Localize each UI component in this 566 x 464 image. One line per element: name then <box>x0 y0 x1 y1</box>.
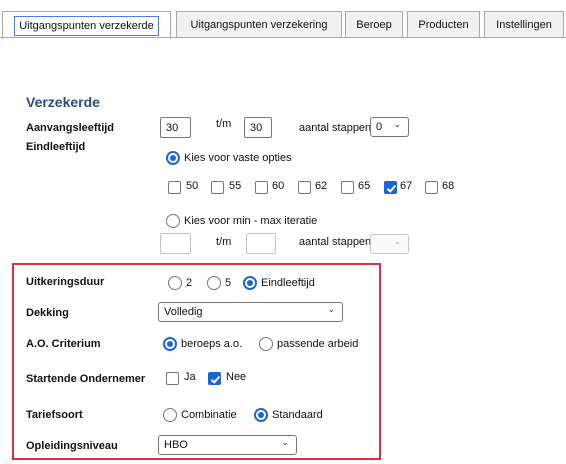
age-60-checkbox[interactable] <box>255 181 268 194</box>
opleidingsniveau-select[interactable]: HBO ⌄ <box>158 435 297 455</box>
aanvangsleeftijd-to-input[interactable] <box>244 117 272 138</box>
tab-producten[interactable]: Producten <box>407 11 480 38</box>
age-55-label: 55 <box>229 180 242 192</box>
tariefsoort-standaard-radio[interactable] <box>254 408 268 422</box>
aanvangsleeftijd-steps-select[interactable]: 0 ⌄ <box>370 117 409 137</box>
select-value: Volledig <box>164 306 203 318</box>
startende-ja-checkbox[interactable] <box>166 372 179 385</box>
startende-nee-label: Nee <box>226 371 247 383</box>
age-50-label: 50 <box>186 180 199 192</box>
tariefsoort-label: Tariefsoort <box>26 409 83 421</box>
age-68-checkbox[interactable] <box>425 181 438 194</box>
uitkeringsduur-5-label: 5 <box>225 277 232 289</box>
dekking-select[interactable]: Volledig ⌄ <box>158 302 343 322</box>
highlight-box <box>12 263 381 460</box>
tab-divider <box>0 37 566 38</box>
select-value: 0 <box>376 121 383 133</box>
uitkeringsduur-eindleeftijd-label: Eindleeftijd <box>261 277 315 289</box>
ao-passende-label: passende arbeid <box>277 338 359 350</box>
eindleeftijd-fixed-radio[interactable] <box>166 151 180 165</box>
startende-nee-checkbox[interactable] <box>208 372 221 385</box>
checkmark-icon <box>210 375 221 384</box>
uitkeringsduur-5-radio[interactable] <box>207 276 221 290</box>
age-65-checkbox[interactable] <box>341 181 354 194</box>
ao-beroeps-label: beroeps a.o. <box>181 338 243 350</box>
ao-beroeps-radio[interactable] <box>163 337 177 351</box>
tab-instellingen[interactable]: Instellingen <box>484 11 564 38</box>
dekking-label: Dekking <box>26 307 69 319</box>
tab-beroep[interactable]: Beroep <box>345 11 403 38</box>
iteration-from-input[interactable] <box>160 233 191 254</box>
age-55-checkbox[interactable] <box>211 181 224 194</box>
tab-label: Producten <box>418 19 469 31</box>
chevron-down-icon: ⌄ <box>327 304 335 314</box>
iteration-tm-label: t/m <box>216 236 232 248</box>
age-68-label: 68 <box>442 180 455 192</box>
select-value: HBO <box>164 439 188 451</box>
eindleeftijd-iteration-label: Kies voor min - max iteratie <box>184 215 318 227</box>
eindleeftijd-fixed-label: Kies voor vaste opties <box>184 152 292 164</box>
age-65-label: 65 <box>358 180 371 192</box>
iteration-to-input[interactable] <box>246 233 276 254</box>
tab-label: Beroep <box>356 19 392 31</box>
age-60-label: 60 <box>272 180 285 192</box>
tab-bar: Uitgangspunten verzekerde Uitgangspunten… <box>0 0 566 39</box>
tab-label: Instellingen <box>496 19 552 31</box>
section-title: Verzekerde <box>26 94 100 110</box>
ao-criterium-label: A.O. Criterium <box>26 338 101 350</box>
aanvangsleeftijd-from-input[interactable] <box>160 117 191 138</box>
checkmark-icon <box>386 184 397 193</box>
aanvangsleeftijd-label: Aanvangsleeftijd <box>26 122 115 134</box>
tab-uitgangspunten-verzekerde[interactable]: Uitgangspunten verzekerde <box>2 11 171 39</box>
age-62-checkbox[interactable] <box>298 181 311 194</box>
chevron-down-icon: ⌄ <box>281 437 289 447</box>
chevron-down-icon: ⌄ <box>393 119 401 129</box>
eindleeftijd-label: Eindleeftijd <box>26 141 86 153</box>
eindleeftijd-iteration-radio[interactable] <box>166 214 180 228</box>
uitkeringsduur-2-label: 2 <box>186 277 193 289</box>
tab-label: Uitgangspunten verzekering <box>190 19 328 31</box>
age-67-label: 67 <box>400 180 413 192</box>
iteration-steps-select[interactable]: ⌄ <box>370 234 409 254</box>
uitkeringsduur-label: Uitkeringsduur <box>26 276 105 288</box>
age-67-checkbox[interactable] <box>384 181 397 194</box>
age-50-checkbox[interactable] <box>168 181 181 194</box>
tariefsoort-standaard-label: Standaard <box>272 409 323 421</box>
opleidingsniveau-label: Opleidingsniveau <box>26 440 118 452</box>
tariefsoort-combinatie-label: Combinatie <box>181 409 237 421</box>
chevron-down-icon: ⌄ <box>393 236 401 246</box>
aanvangsleeftijd-steps-label: aantal stappen <box>299 122 372 134</box>
tab-uitgangspunten-verzekering[interactable]: Uitgangspunten verzekering <box>176 11 342 38</box>
startende-ja-label: Ja <box>184 371 196 383</box>
uitkeringsduur-eindleeftijd-radio[interactable] <box>243 276 257 290</box>
startende-ondernemer-label: Startende Ondernemer <box>26 373 146 385</box>
ao-passende-radio[interactable] <box>259 337 273 351</box>
aanvangsleeftijd-tm-label: t/m <box>216 118 232 130</box>
tab-label: Uitgangspunten verzekerde <box>14 15 159 36</box>
age-62-label: 62 <box>315 180 328 192</box>
uitkeringsduur-2-radio[interactable] <box>168 276 182 290</box>
iteration-steps-label: aantal stappen <box>299 236 372 248</box>
tariefsoort-combinatie-radio[interactable] <box>163 408 177 422</box>
